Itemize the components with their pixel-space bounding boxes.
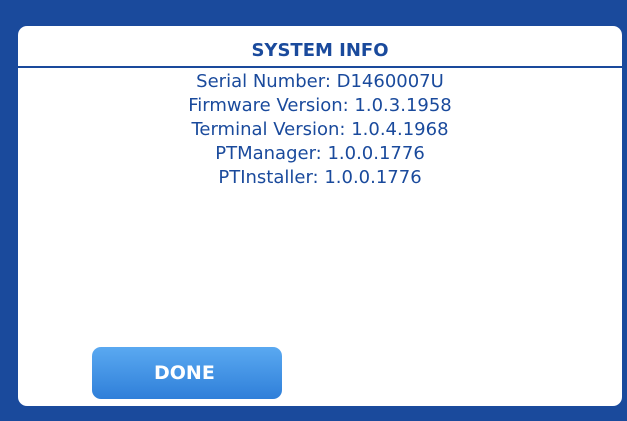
- dialog-title: SYSTEM INFO: [251, 40, 389, 61]
- window-frame: SYSTEM INFO Serial Number: D1460007U Fir…: [0, 0, 627, 421]
- info-list: Serial Number: D1460007U Firmware Versio…: [18, 70, 622, 190]
- ptinstaller-version-text: PTInstaller: 1.0.0.1776: [218, 167, 422, 188]
- firmware-version-text: Firmware Version: 1.0.3.1958: [188, 95, 452, 116]
- done-button[interactable]: DONE: [92, 347, 282, 399]
- system-info-dialog: SYSTEM INFO Serial Number: D1460007U Fir…: [18, 26, 622, 406]
- serial-number-text: Serial Number: D1460007U: [196, 71, 444, 92]
- ptmanager-version-text: PTManager: 1.0.0.1776: [215, 143, 425, 164]
- title-divider: [18, 66, 622, 68]
- terminal-version-text: Terminal Version: 1.0.4.1968: [191, 119, 449, 140]
